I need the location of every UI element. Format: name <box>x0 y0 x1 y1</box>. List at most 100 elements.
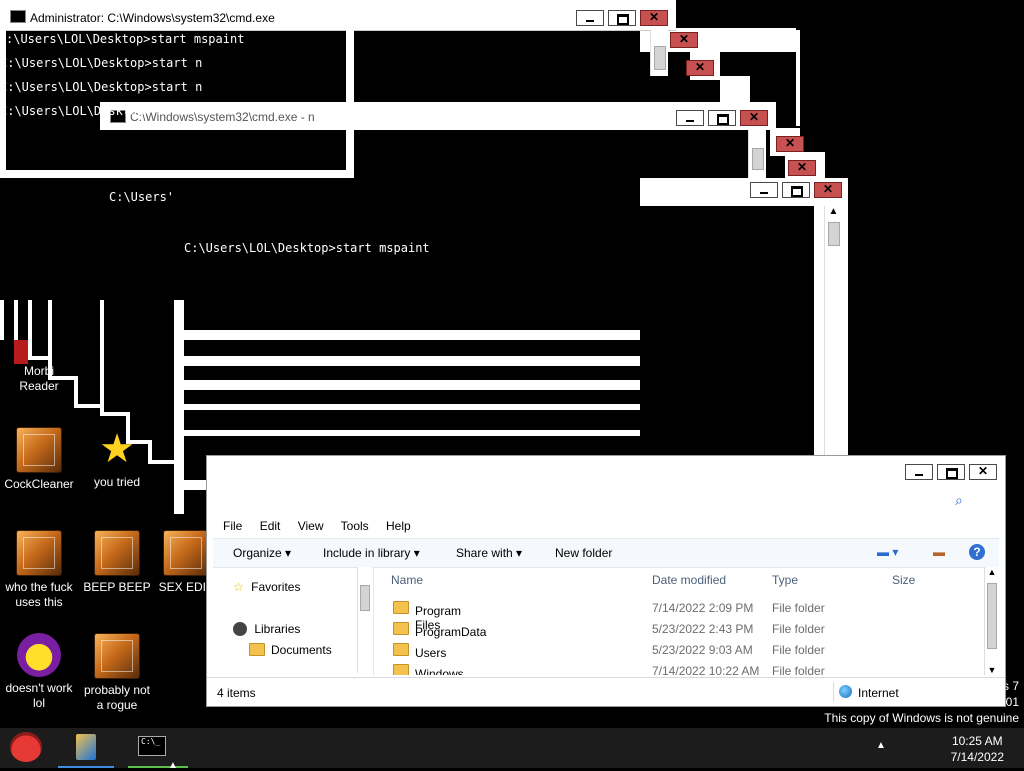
organize-button[interactable]: Organize ▾ <box>233 546 291 560</box>
file-type: File folder <box>772 622 825 636</box>
close-button[interactable] <box>640 10 668 26</box>
nav-label: Libraries <box>254 622 301 636</box>
vertical-scrollbar[interactable] <box>650 30 668 76</box>
cmd-console-big[interactable]: C:\Users' C:\Users\LOL\Desktop>start msp… <box>109 130 640 330</box>
desktop-icon-label: doesn't work lol <box>5 681 73 710</box>
item-count: 4 items <box>217 686 256 700</box>
maximize-button[interactable] <box>937 464 965 480</box>
status-bar: 4 items Internet <box>207 677 1005 706</box>
maximize-button[interactable] <box>708 110 736 126</box>
console-line: C:\Users\LOL\Desktop>start mspaint <box>184 241 430 255</box>
menu-help[interactable]: Help <box>386 519 411 533</box>
desktop-icon-cockcleaner[interactable]: CockCleaner <box>0 427 78 492</box>
menu-tools[interactable]: Tools <box>341 519 369 533</box>
window-controls <box>750 182 842 198</box>
clock[interactable]: 10:25 AM 7/14/2022 <box>951 733 1004 765</box>
nav-libraries[interactable]: Libraries <box>233 622 300 636</box>
file-name: Windows <box>393 664 464 675</box>
desktop-icon-label: probably not a rogue <box>83 683 151 712</box>
menu-edit[interactable]: Edit <box>260 519 281 533</box>
scroll-thumb[interactable] <box>987 583 997 649</box>
file-name: Program Files <box>393 601 461 632</box>
cmd-admin-border-right <box>346 30 354 178</box>
file-list-scrollbar[interactable]: ▲ ▼ <box>984 567 999 675</box>
ccleaner-icon <box>94 633 140 679</box>
console-line: C:\Users' <box>109 190 175 204</box>
folder-icon <box>393 643 409 656</box>
maximize-button[interactable] <box>608 10 636 26</box>
file-date: 5/23/2022 2:43 PM <box>652 622 754 636</box>
libraries-icon <box>233 622 247 636</box>
scroll-thumb[interactable] <box>360 585 370 611</box>
vertical-scrollbar[interactable] <box>748 128 766 178</box>
file-date: 5/23/2022 9:03 AM <box>652 643 753 657</box>
column-header-name[interactable]: Name <box>391 573 423 587</box>
window-title: Administrator: C:\Windows\system32\cmd.e… <box>30 11 275 25</box>
cmd-icon <box>10 10 26 23</box>
new-folder-button[interactable]: New folder <box>555 546 612 560</box>
scroll-up-arrow-icon[interactable]: ▲ <box>985 567 999 577</box>
table-row[interactable]: Users 5/23/2022 9:03 AM File folder <box>375 640 999 661</box>
explorer-window[interactable]: ⌕ File Edit View Tools Help Organize ▾ I… <box>206 455 1006 707</box>
taskbar-app-explorer[interactable] <box>58 730 114 768</box>
desktop-icon-label: who the fuck uses this <box>5 580 73 609</box>
folder-icon <box>393 622 409 635</box>
reader-icon <box>14 340 28 364</box>
clock-date: 7/14/2022 <box>950 750 1004 764</box>
minimize-button[interactable] <box>676 110 704 126</box>
window-controls <box>676 110 768 126</box>
desktop-icon-morbi-reader[interactable]: Morbi Reader <box>0 340 78 394</box>
column-header-date[interactable]: Date modified <box>652 573 726 587</box>
show-hidden-icons-icon[interactable]: ▲ <box>876 740 886 751</box>
close-button[interactable] <box>969 464 997 480</box>
nav-documents[interactable]: Documents <box>249 643 332 657</box>
share-with-button[interactable]: Share with ▾ <box>456 546 522 560</box>
desktop-icon-label: BEEP BEEP <box>83 580 151 594</box>
table-row[interactable]: ProgramData 5/23/2022 2:43 PM File folde… <box>375 619 999 640</box>
preview-pane-icon[interactable]: ▬ <box>933 545 945 559</box>
star-icon: ★ <box>99 427 135 471</box>
search-icon[interactable]: ⌕ <box>955 492 963 509</box>
table-row[interactable]: Windows 7/14/2022 10:22 AM File folder <box>375 661 999 675</box>
scroll-thumb[interactable] <box>654 46 666 70</box>
desktop-icon-beep-beep[interactable]: BEEP BEEP <box>78 530 156 595</box>
desktop-icon-label: you tried <box>93 475 141 489</box>
clock-time: 10:25 AM <box>951 734 1003 748</box>
scroll-thumb[interactable] <box>752 148 764 170</box>
minimize-button[interactable] <box>750 182 778 198</box>
taskbar-app-cmd[interactable]: C:\_ <box>128 730 188 768</box>
scroll-up-arrow-icon[interactable]: ▲ <box>825 206 842 217</box>
close-button[interactable] <box>814 182 842 198</box>
desktop-icon-doesnt-work[interactable]: doesn't work lol <box>0 633 78 711</box>
include-in-library-button[interactable]: Include in library ▾ <box>323 546 420 560</box>
desktop-icon-probably-not-a-rogue[interactable]: probably not a rogue <box>78 633 156 713</box>
ccleaner-icon <box>163 530 209 576</box>
console-line: C:\Users\LOL\Desktop>start n <box>0 80 203 94</box>
minimize-button[interactable] <box>576 10 604 26</box>
desktop-icon-who-uses-this[interactable]: who the fuck uses this <box>0 530 78 610</box>
scroll-down-arrow-icon[interactable]: ▼ <box>985 665 999 675</box>
column-header-size[interactable]: Size <box>892 573 915 587</box>
file-type: File folder <box>772 643 825 657</box>
nav-scrollbar[interactable] <box>357 567 372 673</box>
desktop-icon-you-tried[interactable]: ★ you tried <box>78 427 156 490</box>
cmd-window-admin[interactable]: Administrator: C:\Windows\system32\cmd.e… <box>0 0 676 31</box>
menu-file[interactable]: File <box>223 519 242 533</box>
menu-view[interactable]: View <box>298 519 324 533</box>
minimize-button[interactable] <box>905 464 933 480</box>
console-line: C:\Users\LOL\Desktop>start n <box>0 56 203 70</box>
help-icon[interactable]: ? <box>969 544 985 560</box>
maximize-button[interactable] <box>782 182 810 198</box>
yahoo-messenger-icon <box>17 633 61 677</box>
taskbar-app-angry-birds[interactable] <box>6 730 46 766</box>
window-controls <box>576 10 668 26</box>
folder-icon <box>393 664 409 675</box>
change-view-icon[interactable]: ▬ ▾ <box>877 545 898 559</box>
column-header-type[interactable]: Type <box>772 573 798 587</box>
scroll-thumb[interactable] <box>828 222 840 246</box>
table-row[interactable]: Program Files 7/14/2022 2:09 PM File fol… <box>375 598 999 632</box>
close-button[interactable] <box>740 110 768 126</box>
nav-favorites[interactable]: ☆ Favorites <box>233 580 300 594</box>
cmd-window-second[interactable]: C:\Windows\system32\cmd.exe - n <box>100 102 776 130</box>
nav-label: Documents <box>271 643 332 657</box>
